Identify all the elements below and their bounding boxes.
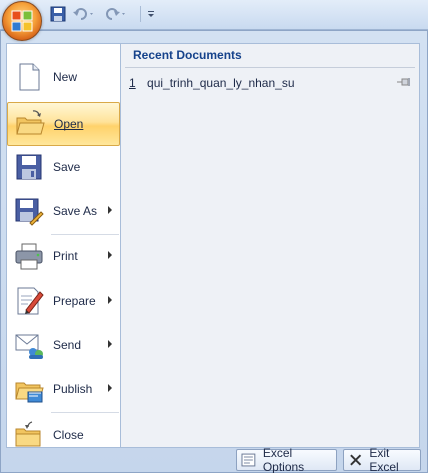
recent-document-item[interactable]: 1 qui_trinh_quan_ly_nhan_su <box>121 72 419 94</box>
menu-item-publish[interactable]: Publish <box>7 368 120 412</box>
menu-separator <box>51 412 119 413</box>
customize-arrow-icon <box>148 11 154 17</box>
menu-item-label: Save <box>53 160 81 174</box>
menu-item-label: Send <box>53 338 82 352</box>
close-folder-icon <box>15 421 41 447</box>
menu-item-label: Prepare <box>53 294 96 308</box>
submenu-arrow-icon <box>108 251 112 259</box>
excel-options-button[interactable]: Excel Options <box>236 446 337 473</box>
submenu-arrow-icon <box>108 296 112 304</box>
recent-document-name: qui_trinh_quan_ly_nhan_su <box>147 76 295 90</box>
office-logo-icon <box>11 10 33 32</box>
new-document-icon <box>19 63 40 91</box>
menu-item-close[interactable]: Close <box>7 414 120 458</box>
qat-redo-button[interactable] <box>104 5 128 23</box>
publish-icon <box>15 382 44 403</box>
menu-item-label: Open <box>54 117 84 131</box>
prepare-document-icon <box>17 287 44 315</box>
qat-separator <box>140 6 141 22</box>
menu-item-label: Publish <box>53 382 93 396</box>
recent-document-number: 1 <box>129 76 136 90</box>
qat-undo-button[interactable] <box>72 5 96 23</box>
open-folder-icon <box>16 110 45 135</box>
office-menu: New Open Save Save As Print Prepare Send… <box>0 30 428 473</box>
save-icon <box>50 6 66 22</box>
recent-documents-panel: Recent Documents 1 qui_trinh_quan_ly_nha… <box>121 43 420 448</box>
menu-item-save-as[interactable]: Save As <box>7 190 120 234</box>
excel-options-label: Excel Options <box>262 446 305 473</box>
menu-item-save[interactable]: Save <box>7 146 120 190</box>
menu-item-send[interactable]: Send <box>7 324 120 368</box>
menu-item-label: New <box>53 70 78 84</box>
submenu-arrow-icon <box>108 206 112 214</box>
options-icon <box>241 453 256 467</box>
menu-item-prepare[interactable]: Prepare <box>7 280 120 324</box>
printer-icon <box>15 243 43 270</box>
menu-item-print[interactable]: Print <box>7 235 120 279</box>
close-x-icon <box>350 454 362 466</box>
submenu-arrow-icon <box>108 384 112 392</box>
quick-access-toolbar <box>0 0 428 30</box>
exit-excel-button[interactable]: Exit Excel <box>343 446 421 473</box>
qat-customize-button[interactable] <box>146 5 156 23</box>
pin-icon[interactable] <box>397 77 411 87</box>
menu-command-list: New Open Save Save As Print Prepare Send… <box>6 43 121 448</box>
menu-item-label: Print <box>53 249 78 263</box>
menu-item-label: Save As <box>53 204 98 218</box>
menu-item-new[interactable]: New <box>7 56 120 100</box>
save-disk-icon <box>16 154 42 180</box>
menu-item-label: Close <box>53 428 84 442</box>
send-mail-icon <box>15 334 43 359</box>
save-as-icon <box>15 198 44 226</box>
redo-icon <box>106 8 125 20</box>
submenu-arrow-icon <box>108 340 112 348</box>
qat-save-button[interactable] <box>50 5 66 23</box>
menu-item-open[interactable]: Open <box>7 102 120 146</box>
exit-excel-label: Exit Excel <box>369 446 399 473</box>
recent-documents-header: Recent Documents <box>125 44 415 68</box>
undo-icon <box>73 8 93 20</box>
office-button[interactable] <box>2 1 42 41</box>
